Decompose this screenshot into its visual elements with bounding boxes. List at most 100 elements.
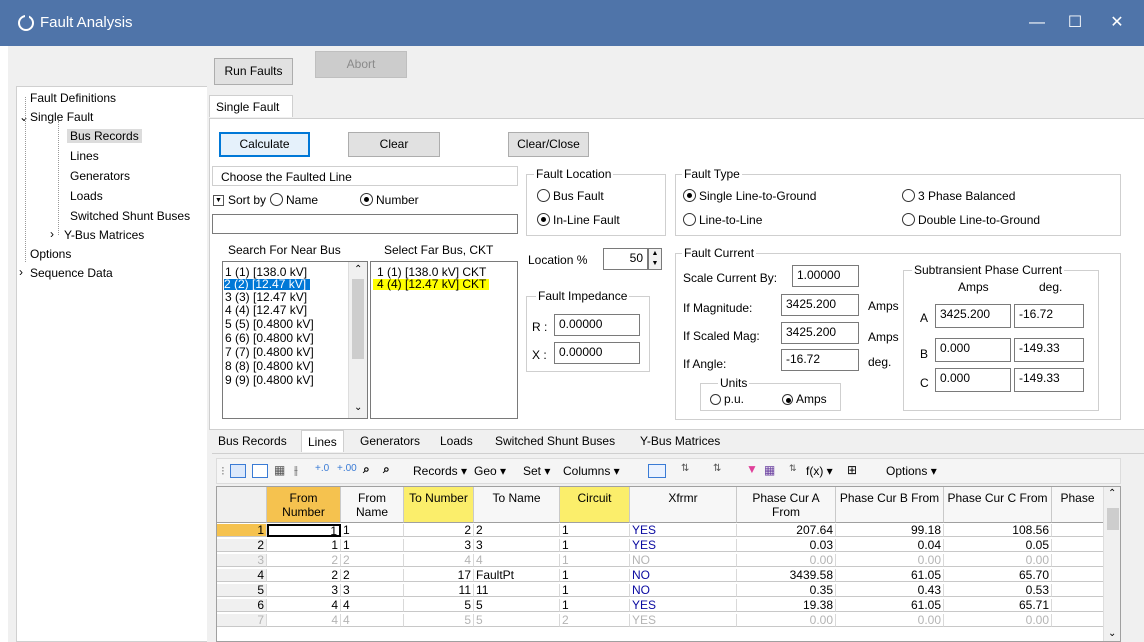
grid-scrollbar[interactable]: ⌃ ⌄ bbox=[1103, 487, 1120, 641]
to-number-cell[interactable]: 5 bbox=[404, 599, 474, 612]
phase-a-cell[interactable]: 0.00 bbox=[737, 554, 836, 567]
circuit-cell[interactable]: 1 bbox=[560, 524, 630, 537]
calculate-button[interactable]: Calculate bbox=[219, 132, 310, 157]
maximize-button[interactable]: ☐ bbox=[1052, 8, 1098, 38]
phase-extra-cell[interactable] bbox=[1052, 599, 1104, 612]
to-number-cell[interactable]: 3 bbox=[404, 539, 474, 552]
tree-item-lines[interactable]: Lines bbox=[70, 149, 99, 163]
grid-view-icon[interactable] bbox=[230, 464, 246, 478]
to-name-cell[interactable]: FaultPt bbox=[474, 569, 560, 582]
phase-b-cell[interactable]: 0.43 bbox=[836, 584, 944, 597]
mag-input[interactable]: 3425.200 bbox=[781, 294, 859, 316]
to-number-cell[interactable]: 4 bbox=[404, 554, 474, 567]
phase-extra-cell[interactable] bbox=[1052, 614, 1104, 627]
phase-extra-cell[interactable] bbox=[1052, 539, 1104, 552]
phase-c-cell[interactable]: 0.05 bbox=[944, 539, 1052, 552]
phase-c-cell[interactable]: 0.53 bbox=[944, 584, 1052, 597]
location-spinner[interactable]: ▲ ▼ bbox=[648, 248, 662, 270]
from-number-cell[interactable]: 2 bbox=[267, 554, 341, 567]
close-button[interactable]: ✕ bbox=[1094, 8, 1140, 38]
inline-fault-radio[interactable]: In-Line Fault bbox=[537, 213, 620, 227]
scrollbar[interactable]: ⌃ ⌄ bbox=[348, 262, 367, 418]
select-icon[interactable]: ▦ bbox=[764, 463, 775, 477]
xfrmr-cell[interactable]: NO bbox=[630, 554, 737, 567]
from-number-cell[interactable]: 3 bbox=[267, 584, 341, 597]
col-phase-cur-c[interactable]: Phase Cur C From bbox=[944, 487, 1052, 523]
scale-input[interactable]: 1.00000 bbox=[792, 265, 859, 287]
phase-b-cell[interactable]: 0.04 bbox=[836, 539, 944, 552]
row-number[interactable]: 6 bbox=[217, 599, 267, 612]
from-name-cell[interactable]: 1 bbox=[341, 539, 404, 552]
to-name-cell[interactable]: 2 bbox=[474, 524, 560, 537]
location-input[interactable]: 50 bbox=[603, 248, 648, 270]
units-pu-radio[interactable]: p.u. bbox=[710, 392, 744, 406]
tab-switched-shunt-buses[interactable]: Switched Shunt Buses bbox=[489, 430, 621, 452]
radio-icon[interactable] bbox=[537, 213, 550, 226]
radio-icon[interactable] bbox=[902, 189, 915, 202]
radio-icon[interactable] bbox=[537, 189, 550, 202]
three-phase-radio[interactable]: 3 Phase Balanced bbox=[902, 189, 1015, 203]
from-number-cell[interactable]: 2 bbox=[267, 569, 341, 582]
xfrmr-cell[interactable]: YES bbox=[630, 524, 737, 537]
tab-ybus-matrices[interactable]: Y-Bus Matrices bbox=[634, 430, 726, 452]
xfrmr-cell[interactable]: YES bbox=[630, 614, 737, 627]
phase-a-cell[interactable]: 19.38 bbox=[737, 599, 836, 612]
records-menu[interactable]: Records ▾ bbox=[413, 464, 467, 478]
to-name-cell[interactable]: 11 bbox=[474, 584, 560, 597]
col-to-number[interactable]: To Number bbox=[404, 487, 474, 523]
list-item[interactable]: 5 (5) [0.4800 kV] bbox=[225, 318, 314, 330]
phase-c-cell[interactable]: 65.70 bbox=[944, 569, 1052, 582]
chevron-down-icon[interactable]: ⌄ bbox=[354, 402, 362, 413]
phase-a-cell[interactable]: 0.35 bbox=[737, 584, 836, 597]
data-grid[interactable]: From Number From Name To Number To Name … bbox=[216, 486, 1121, 642]
xfrmr-cell[interactable]: YES bbox=[630, 599, 737, 612]
to-number-cell[interactable]: 2 bbox=[404, 524, 474, 537]
col-to-name[interactable]: To Name bbox=[474, 487, 560, 523]
options-menu[interactable]: Options ▾ bbox=[886, 464, 937, 478]
col-xfrmr[interactable]: Xfrmr bbox=[630, 487, 737, 523]
from-name-cell[interactable]: 4 bbox=[341, 614, 404, 627]
phase-a-cell[interactable]: 3439.58 bbox=[737, 569, 836, 582]
radio-icon[interactable] bbox=[902, 213, 915, 226]
sort-abc2-icon[interactable]: ⇅ bbox=[713, 463, 721, 474]
to-number-cell[interactable]: 17 bbox=[404, 569, 474, 582]
slg-radio[interactable]: Single Line-to-Ground bbox=[683, 189, 816, 203]
phase-a-cell[interactable]: 0.03 bbox=[737, 539, 836, 552]
chevron-up-icon[interactable]: ⌃ bbox=[354, 264, 362, 275]
phase-b-cell[interactable]: 0.00 bbox=[836, 554, 944, 567]
row-number[interactable]: 3 bbox=[217, 554, 267, 567]
scaled-input[interactable]: 3425.200 bbox=[781, 322, 859, 344]
xfrmr-cell[interactable]: NO bbox=[630, 584, 737, 597]
split-icon[interactable]: ⫲ bbox=[294, 463, 298, 478]
decimal-increase-icon[interactable]: +.0 bbox=[315, 463, 329, 474]
radio-icon[interactable] bbox=[683, 213, 696, 226]
geo-menu[interactable]: Geo ▾ bbox=[474, 464, 506, 478]
bus-fault-radio[interactable]: Bus Fault bbox=[537, 189, 604, 203]
list-item[interactable]: 4 (4) [12.47 kV] bbox=[225, 304, 307, 316]
scrollbar-thumb[interactable] bbox=[1107, 508, 1119, 530]
list-item[interactable]: 4 (4) [12.47 kV] CKT bbox=[373, 278, 490, 290]
phase-c-cell[interactable]: 65.71 bbox=[944, 599, 1052, 612]
to-number-cell[interactable]: 5 bbox=[404, 614, 474, 627]
phase-c-cell[interactable]: 0.00 bbox=[944, 554, 1052, 567]
grid-lines-icon[interactable]: ⊞ bbox=[847, 463, 857, 477]
to-name-cell[interactable]: 5 bbox=[474, 614, 560, 627]
list-item[interactable]: 2 (2) [12.47 kV] bbox=[224, 278, 311, 290]
phase-b-cell[interactable]: 61.05 bbox=[836, 569, 944, 582]
phase-c-cell[interactable]: 108.56 bbox=[944, 524, 1052, 537]
near-bus-list[interactable]: 1 (1) [138.0 kV] 2 (2) [12.47 kV] 3 (3) … bbox=[222, 261, 368, 419]
list-item[interactable]: 9 (9) [0.4800 kV] bbox=[225, 374, 314, 386]
from-name-cell[interactable]: 1 bbox=[341, 524, 404, 537]
circuit-cell[interactable]: 1 bbox=[560, 599, 630, 612]
fx-menu[interactable]: f(x) ▾ bbox=[806, 464, 833, 478]
from-number-cell[interactable]: 1 bbox=[267, 524, 341, 537]
from-name-cell[interactable]: 4 bbox=[341, 599, 404, 612]
chevron-right-icon[interactable]: › bbox=[50, 227, 54, 241]
circuit-cell[interactable]: 1 bbox=[560, 584, 630, 597]
row-number[interactable]: 1 bbox=[217, 524, 267, 537]
list-item[interactable]: 6 (6) [0.4800 kV] bbox=[225, 332, 314, 344]
circuit-cell[interactable]: 1 bbox=[560, 554, 630, 567]
find-icon[interactable]: ⌕ bbox=[363, 462, 370, 477]
circuit-cell[interactable]: 2 bbox=[560, 614, 630, 627]
search-input[interactable] bbox=[212, 214, 518, 234]
